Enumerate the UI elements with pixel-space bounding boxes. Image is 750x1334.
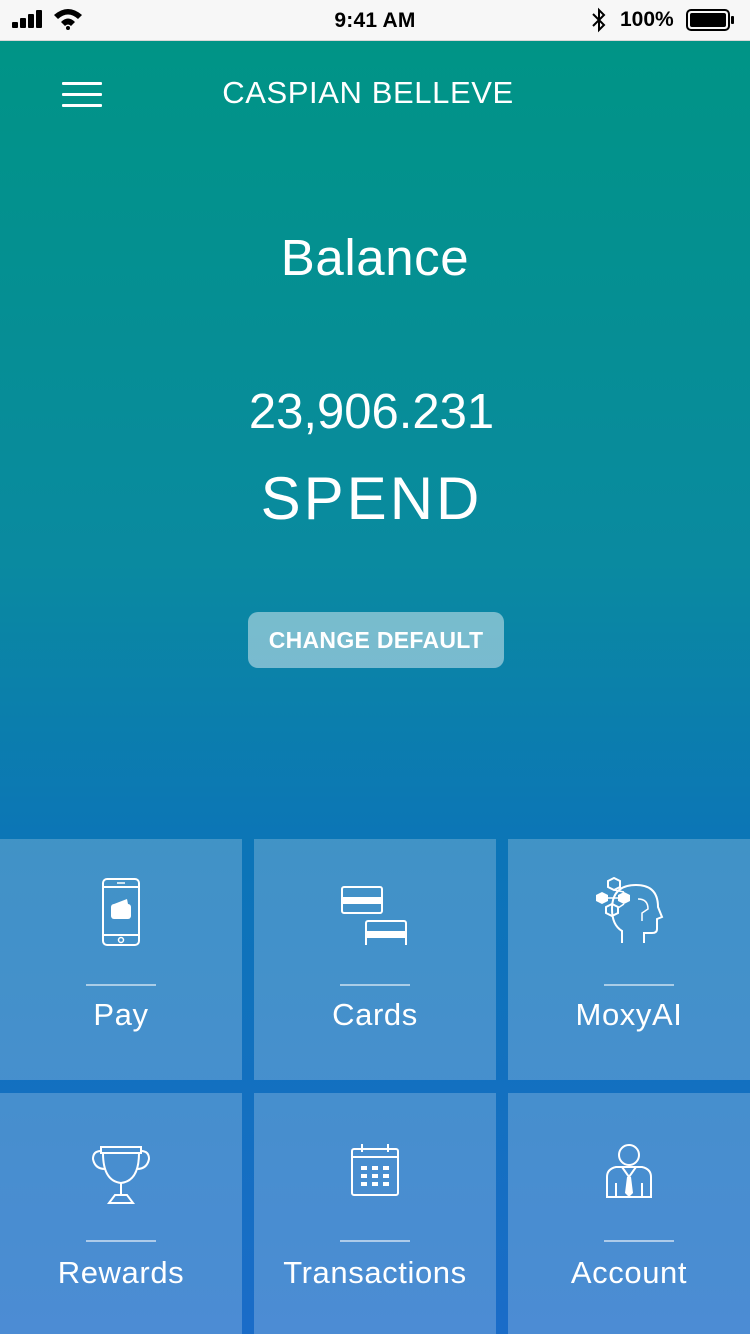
tile-rewards[interactable]: Rewards xyxy=(0,1093,242,1334)
tile-divider xyxy=(604,1240,674,1242)
tile-label-pay: Pay xyxy=(93,997,149,1032)
ai-head-icon xyxy=(508,877,750,957)
tile-divider xyxy=(86,1240,156,1242)
tile-label-cards: Cards xyxy=(332,997,418,1032)
tile-divider xyxy=(86,984,156,986)
tile-cards[interactable]: Cards xyxy=(254,839,496,1080)
mobile-wallet-icon xyxy=(0,877,242,957)
tile-divider xyxy=(340,984,410,986)
change-default-button[interactable]: CHANGE DEFAULT xyxy=(248,612,504,668)
tile-label-moxyai: MoxyAI xyxy=(575,997,683,1032)
tile-transactions[interactable]: Transactions xyxy=(254,1093,496,1334)
menu-grid: Pay Cards MoxyAI Rewards Transactions Ac… xyxy=(0,839,750,1334)
balance-amount: 23,906.231 xyxy=(248,385,495,439)
tile-divider xyxy=(604,984,674,986)
tile-moxyai[interactable]: MoxyAI xyxy=(508,839,750,1080)
calendar-icon xyxy=(254,1143,496,1223)
tile-divider xyxy=(340,1240,410,1242)
tile-label-account: Account xyxy=(570,1255,688,1290)
tile-label-rewards: Rewards xyxy=(57,1255,185,1290)
tile-account[interactable]: Account xyxy=(508,1093,750,1334)
balance-label: Balance xyxy=(280,229,470,286)
cards-icon xyxy=(254,877,496,957)
bluetooth-icon xyxy=(592,7,606,33)
status-bar: 9:41 AM 100% xyxy=(0,0,750,41)
balance-currency: SPEND xyxy=(260,465,483,532)
battery-icon xyxy=(686,9,734,31)
tile-label-transactions: Transactions xyxy=(283,1255,467,1290)
tile-pay[interactable]: Pay xyxy=(0,839,242,1080)
app-header: CASPIAN BELLEVE xyxy=(0,41,750,145)
battery-percent: 100% xyxy=(620,8,674,31)
trophy-icon xyxy=(0,1143,242,1223)
app-title: CASPIAN BELLEVE xyxy=(222,75,514,110)
user-account-icon xyxy=(508,1143,750,1223)
